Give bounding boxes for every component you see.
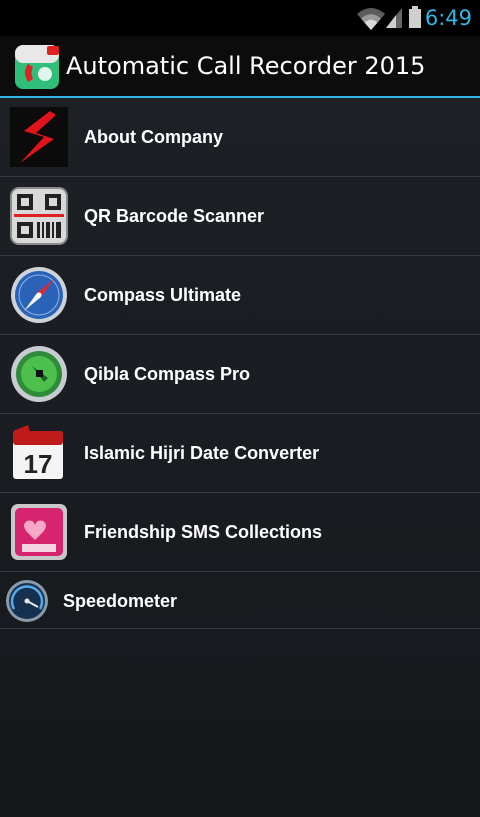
list-item-friendship-sms-collections[interactable]: Friendship SMS Collections — [0, 493, 480, 572]
compass-icon — [11, 267, 67, 323]
list-item-label: Qibla Compass Pro — [84, 364, 251, 384]
list-item-label: Islamic Hijri Date Converter — [84, 443, 320, 463]
list-item-qr-barcode-scanner[interactable]: QR Barcode Scanner — [0, 177, 480, 256]
app-list: About Company QR Barcode Scanner Compass… — [0, 98, 480, 817]
action-bar: Automatic Call Recorder 2015 — [0, 36, 480, 98]
list-item-speedometer[interactable]: Speedometer — [0, 572, 480, 629]
company-logo-icon — [10, 107, 68, 167]
qibla-compass-icon — [11, 346, 67, 402]
sms-collection-icon — [11, 504, 67, 560]
battery-icon — [409, 6, 421, 28]
list-item-about-company[interactable]: About Company — [0, 98, 480, 177]
status-clock: 6:49 — [424, 6, 472, 30]
calendar-day-number: 17 — [24, 449, 53, 479]
list-item-label: Speedometer — [63, 591, 178, 611]
wifi-icon — [357, 8, 385, 30]
speedometer-icon — [6, 580, 48, 622]
call-recorder-icon[interactable] — [14, 44, 60, 90]
list-item-label: QR Barcode Scanner — [84, 206, 265, 226]
list-item-label: Friendship SMS Collections — [84, 522, 323, 542]
list-item-islamic-hijri-date-converter[interactable]: 17 Islamic Hijri Date Converter — [0, 414, 480, 493]
app-title: Automatic Call Recorder 2015 — [66, 52, 426, 80]
calendar-icon: 17 — [13, 425, 63, 479]
list-item-compass-ultimate[interactable]: Compass Ultimate — [0, 256, 480, 335]
list-item-qibla-compass-pro[interactable]: Qibla Compass Pro — [0, 335, 480, 414]
cell-signal-icon — [386, 8, 402, 28]
list-item-label: Compass Ultimate — [84, 285, 242, 305]
qr-barcode-icon — [10, 187, 68, 245]
list-item-label: About Company — [84, 127, 223, 147]
status-bar: 6:49 — [0, 0, 480, 36]
